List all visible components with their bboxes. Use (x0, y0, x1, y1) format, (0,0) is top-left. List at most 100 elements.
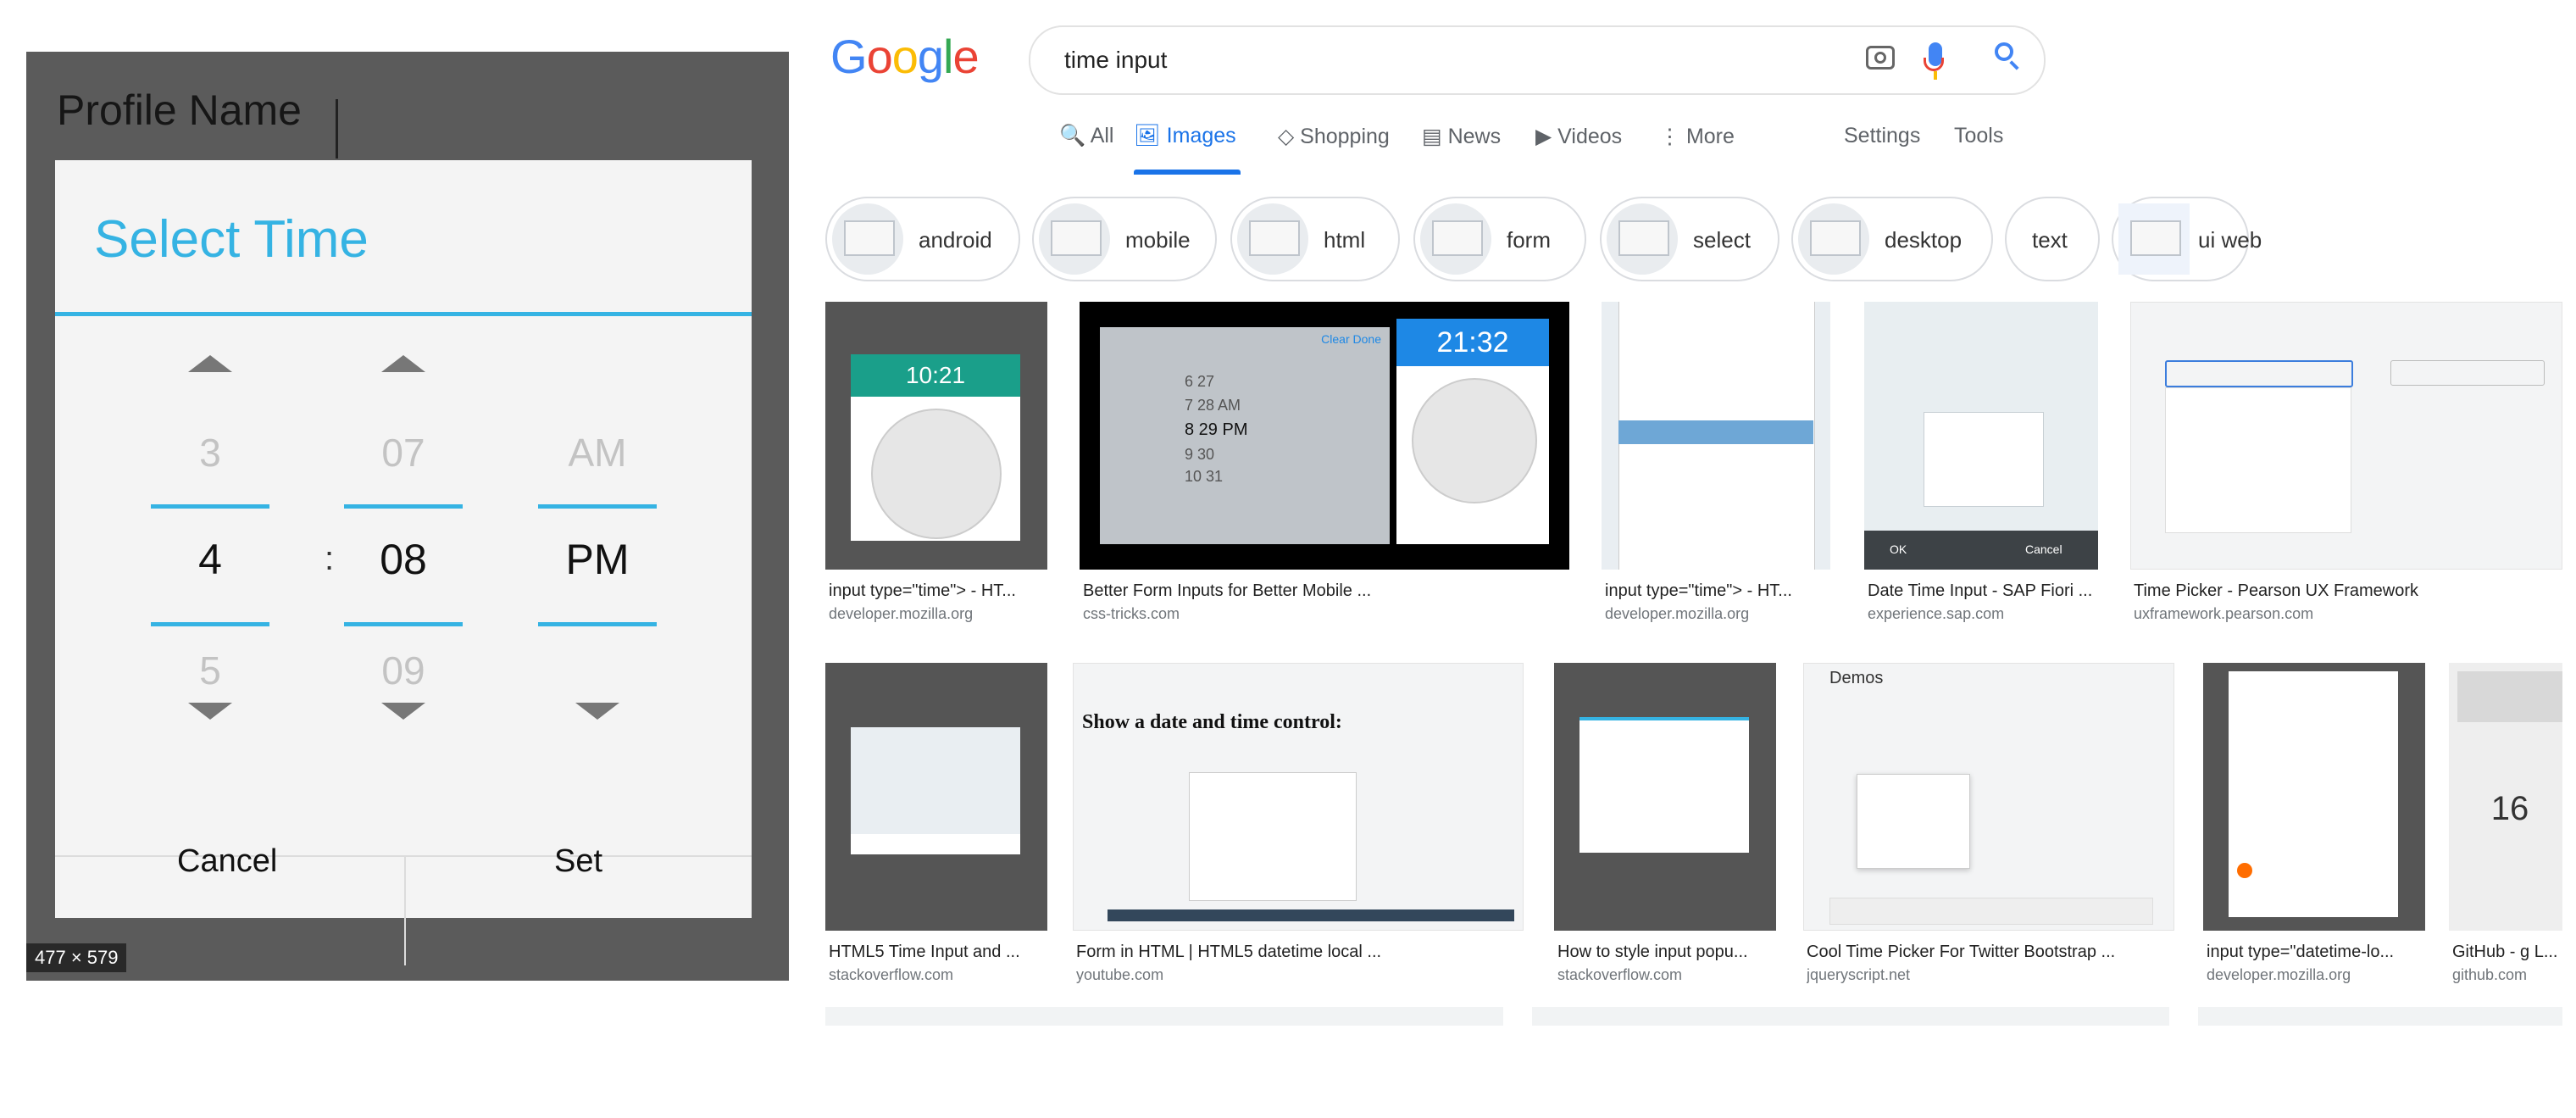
picker-panel: Clear Done 6 27 7 28 AM 8 29 PM 9 30 10 … (1100, 327, 1390, 544)
result-source: github.com (2452, 966, 2528, 983)
chip-label: text (2032, 227, 2068, 253)
video-controls (1108, 909, 1514, 921)
chip-text[interactable]: text (2005, 197, 2100, 281)
image-result[interactable]: input type="datetime-lo... developer.moz… (2203, 663, 2425, 993)
picker-row: 9 30 (1185, 446, 1215, 463)
hour-next[interactable]: 5 (151, 648, 269, 693)
next-row-placeholder (825, 1007, 1503, 1026)
hour-column: 3 4 5 (151, 355, 269, 720)
dialog-sample (1579, 717, 1749, 853)
spinner-top (2457, 671, 2562, 722)
result-thumbnail: OK Cancel (1864, 302, 2098, 570)
calendar-sample (1189, 772, 1357, 901)
image-result[interactable]: OK Cancel Date Time Input - SAP Fiori ..… (1864, 302, 2098, 632)
chip-desktop[interactable]: desktop (1791, 197, 1993, 281)
chip-android[interactable]: android (825, 197, 1020, 281)
set-button[interactable]: Set (554, 843, 602, 880)
image-preview-panel: ‹ Profile Name Select Time 3 4 5 : 07 08… (26, 52, 789, 981)
image-result[interactable]: input type="time"> - HT... developer.moz… (1602, 302, 1830, 632)
period-down-arrow-icon[interactable] (575, 703, 619, 720)
tab-videos[interactable]: ▶ Videos (1535, 124, 1622, 149)
time-input-sample (2165, 360, 2353, 387)
hour-up-arrow-icon[interactable] (188, 355, 232, 372)
cancel-button: Cancel (2025, 542, 2062, 556)
tab-tools[interactable]: Tools (1954, 124, 2003, 148)
logo-letter: o (891, 30, 919, 83)
minute-current[interactable]: 08 (344, 535, 463, 584)
result-title: input type="datetime-lo... (2207, 943, 2395, 961)
minute-column: 07 08 09 (344, 355, 463, 720)
result-source: developer.mozilla.org (829, 605, 974, 622)
image-result[interactable]: How to style input popu... stackoverflow… (1554, 663, 1776, 993)
minute-next[interactable]: 09 (344, 648, 463, 693)
time-input-sample (2390, 360, 2545, 386)
period-selection-line-bottom (538, 622, 657, 626)
chip-label: html (1324, 227, 1366, 253)
chip-form[interactable]: form (1413, 197, 1586, 281)
tab-all[interactable]: 🔍 All (1059, 124, 1113, 148)
ok-button: OK (1890, 542, 1907, 556)
camera-icon[interactable] (1866, 46, 1895, 70)
search-icon[interactable] (1995, 42, 2013, 61)
period-prev[interactable]: AM (538, 430, 657, 476)
tab-images[interactable]: 🖼 Images (1134, 124, 1236, 148)
picker-row: 10 31 (1185, 468, 1224, 485)
chip-mobile[interactable]: mobile (1032, 197, 1217, 281)
result-source: jqueryscript.net (1807, 966, 1911, 983)
minute-prev[interactable]: 07 (344, 430, 463, 476)
chip-thumbnail (832, 203, 903, 275)
minute-selection-line-bottom (344, 622, 463, 626)
logo-letter: g (917, 30, 944, 83)
tab-news[interactable]: ▤ News (1422, 124, 1501, 149)
chip-label: desktop (1885, 227, 1963, 253)
result-thumbnail (2203, 663, 2425, 931)
tab-settings[interactable]: Settings (1844, 124, 1920, 148)
image-size-badge: 477 × 579 (26, 943, 127, 972)
chip-select[interactable]: select (1600, 197, 1779, 281)
active-tab-indicator (1134, 170, 1241, 175)
chip-thumbnail (1237, 203, 1308, 275)
chip-html[interactable]: html (1230, 197, 1400, 281)
tab-more[interactable]: ⋮ More (1659, 124, 1735, 149)
result-title: How to style input popu... (1557, 943, 1748, 961)
microphone-icon[interactable] (1924, 42, 1944, 80)
chip-ui-web[interactable]: ui web (2112, 197, 2262, 281)
result-title: Time Picker - Pearson UX Framework (2134, 581, 2418, 600)
search-input[interactable] (1063, 39, 1829, 81)
calendar-sample (2229, 671, 2398, 917)
hour-current[interactable]: 4 (151, 535, 269, 584)
chip-thumbnail (1798, 203, 1869, 275)
clock-time-display: 10:21 (851, 354, 1020, 397)
profile-name-label: Profile Name (57, 86, 302, 134)
image-result[interactable]: 10:21 input type="time"> - HT... develop… (825, 302, 1047, 632)
image-result[interactable]: 16 GitHub - g L... github.com (2449, 663, 2562, 993)
image-result[interactable]: Demos Cool Time Picker For Twitter Boots… (1803, 663, 2174, 993)
image-result[interactable]: HTML5 Time Input and ... stackoverflow.c… (825, 663, 1047, 993)
minute-up-arrow-icon[interactable] (381, 355, 425, 372)
logo-letter: o (866, 30, 893, 83)
logo-letter: e (952, 30, 979, 83)
image-result[interactable]: Time Picker - Pearson UX Framework uxfra… (2130, 302, 2562, 632)
minute-down-arrow-icon[interactable] (381, 703, 425, 720)
result-source: youtube.com (1076, 966, 1164, 983)
image-result[interactable]: Clear Done 6 27 7 28 AM 8 29 PM 9 30 10 … (1080, 302, 1569, 632)
result-source: developer.mozilla.org (1605, 605, 1750, 622)
chip-label: select (1693, 227, 1751, 253)
time-separator: : (325, 540, 335, 577)
time-grid (1924, 412, 2044, 507)
picker-footer (851, 834, 1020, 854)
period-current[interactable]: PM (538, 535, 657, 584)
hour-down-arrow-icon[interactable] (188, 703, 232, 720)
hour-selection-line-bottom (151, 622, 269, 626)
tab-shopping[interactable]: ◇ Shopping (1278, 124, 1390, 149)
hour-prev[interactable]: 3 (151, 430, 269, 476)
popup-sample (1857, 774, 1970, 869)
selected-row (1618, 420, 1813, 444)
google-logo[interactable]: Google (830, 29, 980, 84)
text-cursor (336, 99, 338, 159)
picker-done: Clear Done (1321, 332, 1381, 346)
cancel-button[interactable]: Cancel (177, 843, 277, 880)
result-thumbnail: Demos (1803, 663, 2174, 931)
image-result[interactable]: Show a date and time control: Form in HT… (1073, 663, 1524, 993)
result-title: Better Form Inputs for Better Mobile ... (1083, 581, 1372, 600)
